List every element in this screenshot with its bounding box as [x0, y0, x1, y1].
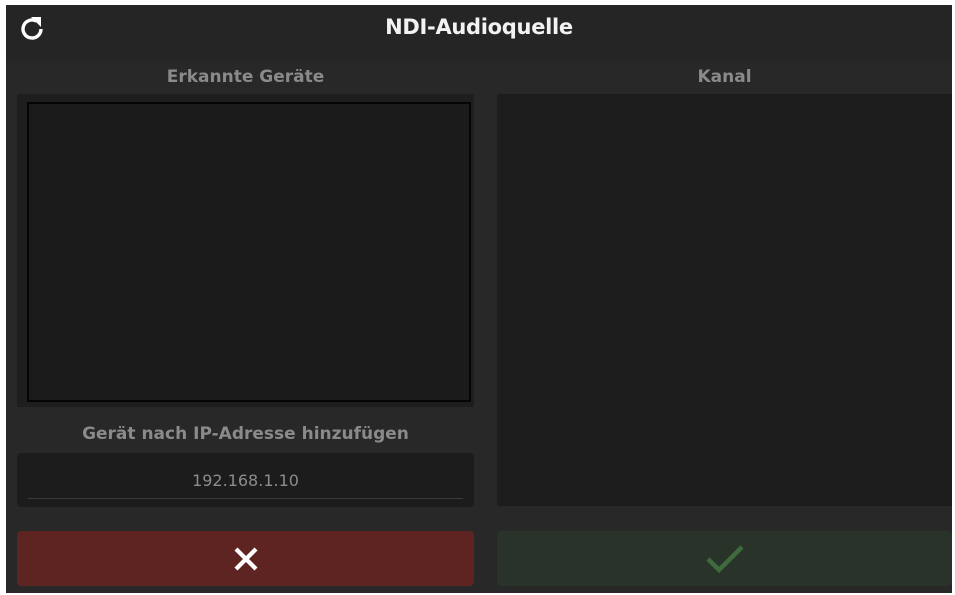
- devices-panel: [17, 94, 474, 407]
- ip-field-container: [17, 453, 474, 507]
- ip-address-input[interactable]: [28, 463, 463, 499]
- add-ip-heading: Gerät nach IP-Adresse hinzufügen: [82, 424, 409, 444]
- cancel-button[interactable]: [17, 531, 474, 586]
- devices-list[interactable]: [27, 102, 471, 402]
- channel-list[interactable]: [497, 94, 952, 506]
- confirm-button[interactable]: [497, 531, 952, 586]
- channel-heading: Kanal: [697, 67, 752, 87]
- devices-heading: Erkannte Geräte: [166, 67, 325, 87]
- check-icon: [705, 544, 744, 573]
- dialog-header: NDI-Audioquelle: [6, 5, 952, 61]
- close-icon: [234, 547, 257, 570]
- ndi-audio-source-dialog: NDI-Audioquelle Erkannte Geräte Kanal Ge…: [6, 5, 952, 593]
- dialog-title: NDI-Audioquelle: [385, 15, 573, 39]
